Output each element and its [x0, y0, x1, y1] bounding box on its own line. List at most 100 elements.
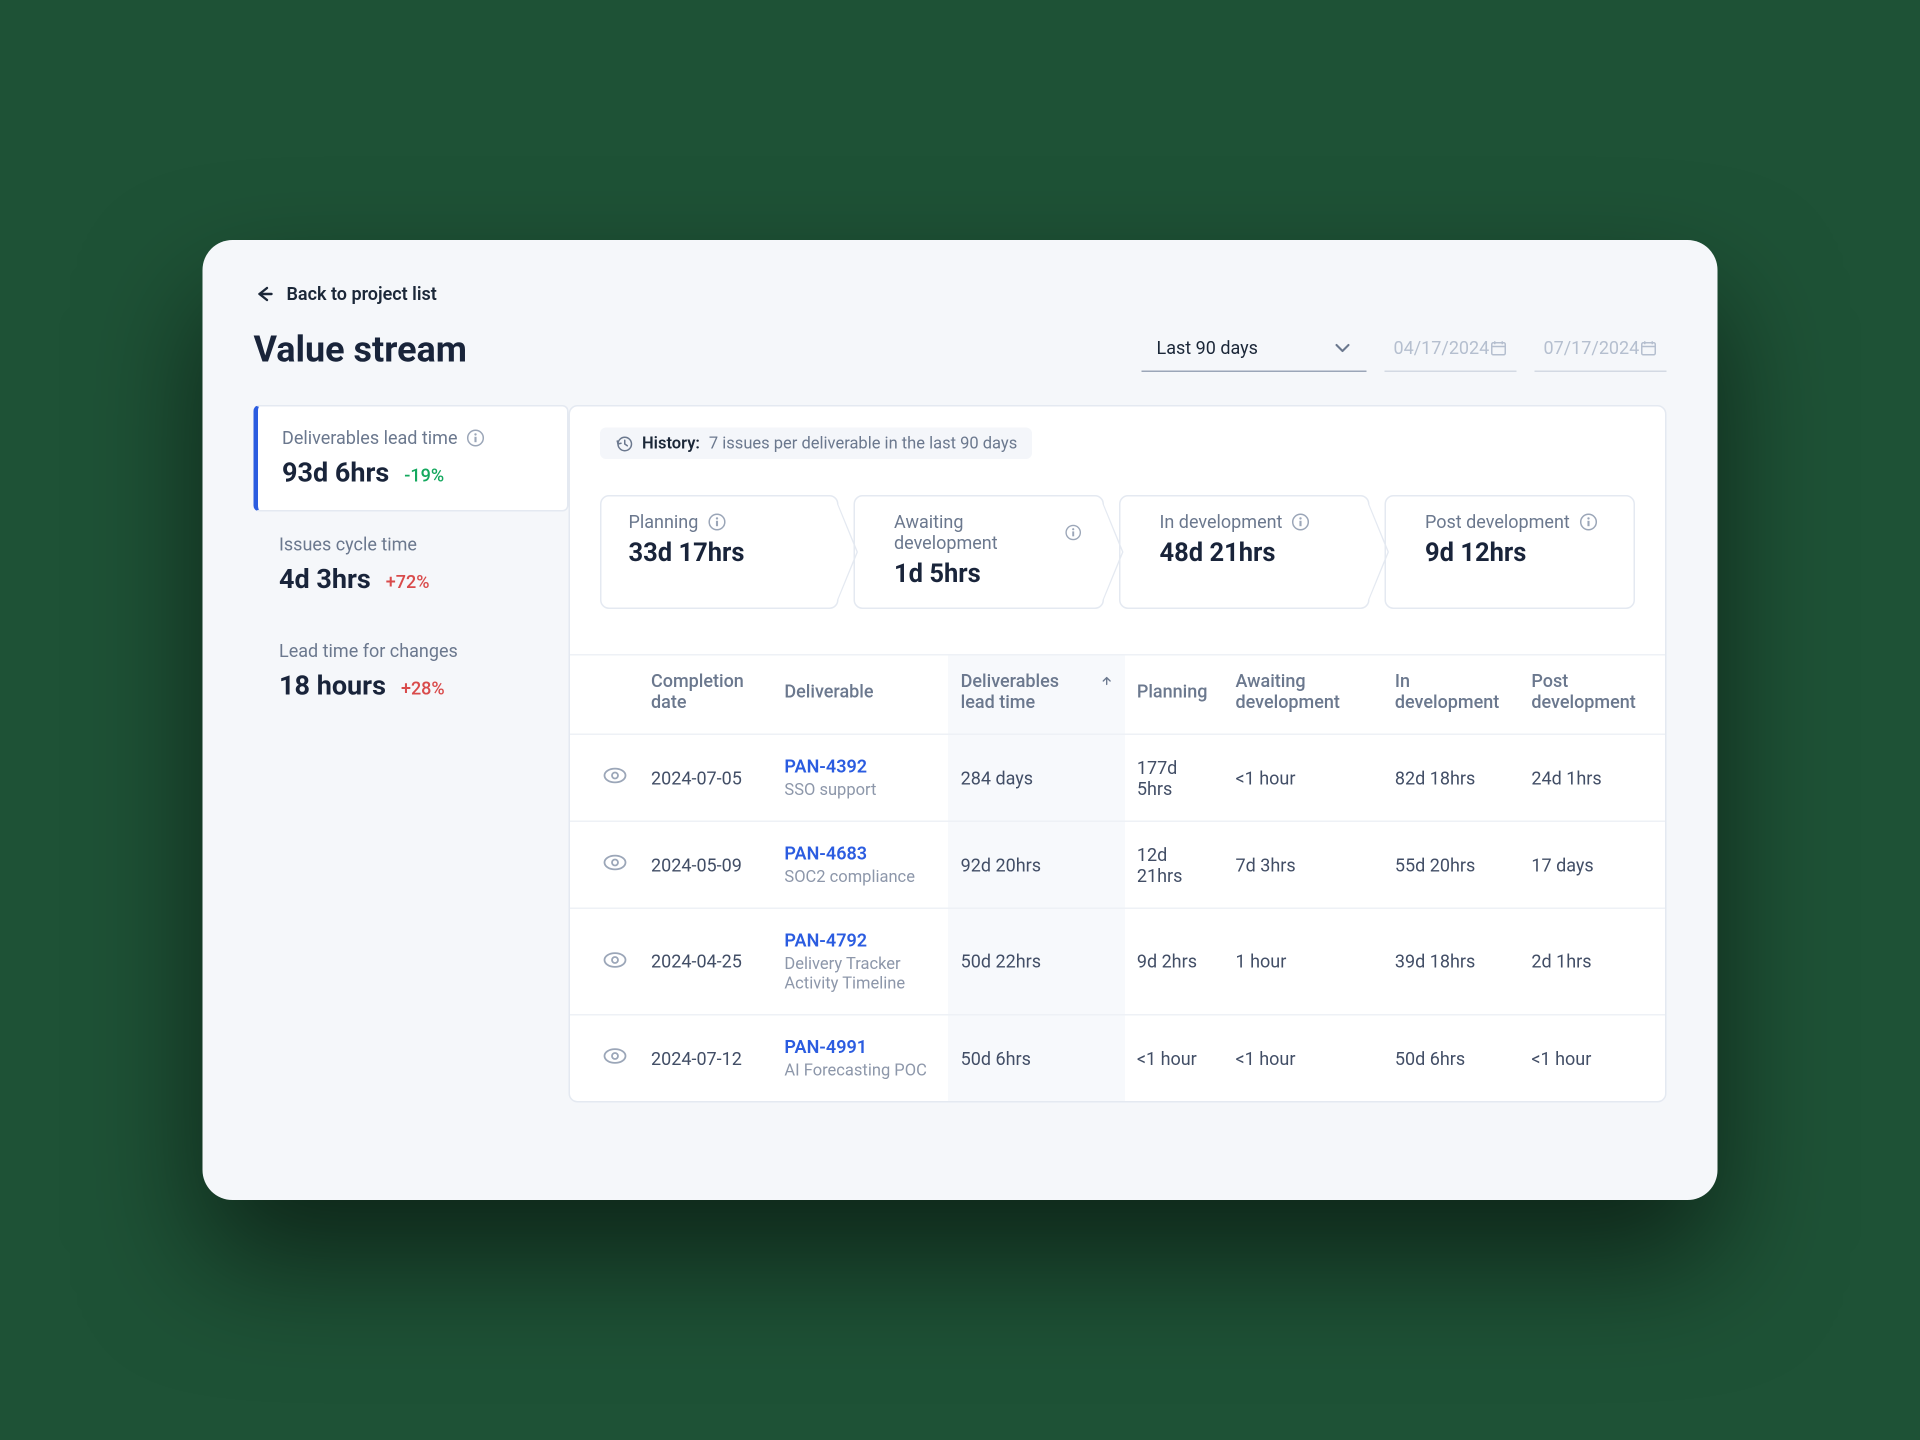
metric-delta: +72%	[386, 572, 430, 593]
issue-link[interactable]: PAN-4392	[784, 756, 936, 777]
metric-issues-cycle[interactable]: Issues cycle time 4d 3hrs +72%	[254, 512, 569, 619]
date-from-value: 04/17/2024	[1394, 338, 1490, 359]
eye-icon[interactable]	[603, 851, 627, 875]
info-icon[interactable]	[467, 429, 485, 447]
main-panel: History: 7 issues per deliverable in the…	[569, 405, 1667, 1103]
eye-icon[interactable]	[603, 764, 627, 788]
th-planning[interactable]: Planning	[1125, 655, 1224, 735]
date-to-value: 07/17/2024	[1544, 338, 1640, 359]
header-row: Value stream Last 90 days 04/17/2024 07/…	[254, 326, 1667, 373]
th-post[interactable]: Post development	[1519, 655, 1665, 735]
cell-indev: 82d 18hrs	[1383, 734, 1520, 821]
cell-deliverable: PAN-4392 SSO support	[772, 734, 948, 821]
sort-up-icon	[1101, 674, 1112, 689]
cell-lead: 50d 6hrs	[949, 1015, 1125, 1101]
metric-deliverables-lead[interactable]: Deliverables lead time 93d 6hrs -19%	[254, 405, 569, 512]
back-link-label: Back to project list	[287, 284, 437, 305]
issue-name: AI Forecasting POC	[784, 1061, 936, 1081]
info-icon[interactable]	[1291, 513, 1309, 531]
cell-planning: 9d 2hrs	[1125, 908, 1224, 1015]
cell-date: 2024-04-25	[639, 908, 772, 1015]
metric-delta: -19%	[404, 465, 444, 486]
pipeline: Planning 33d 17hrs Awaiting development …	[570, 459, 1665, 654]
calendar-icon	[1490, 339, 1508, 357]
issue-link[interactable]: PAN-4991	[784, 1037, 936, 1058]
info-icon[interactable]	[1579, 513, 1597, 531]
table-row: 2024-07-12 PAN-4991 AI Forecasting POC 50d …	[570, 1015, 1665, 1101]
date-from-input[interactable]: 04/17/2024	[1385, 326, 1517, 373]
metric-delta: +28%	[401, 678, 445, 699]
th-deliverable[interactable]: Deliverable	[772, 655, 948, 735]
arrow-left-icon	[254, 284, 275, 305]
page-title: Value stream	[254, 328, 467, 370]
metric-value: 93d 6hrs	[282, 458, 389, 490]
step-post[interactable]: Post development 9d 12hrs	[1385, 495, 1636, 609]
cell-indev: 39d 18hrs	[1383, 908, 1520, 1015]
date-to-input[interactable]: 07/17/2024	[1535, 326, 1667, 373]
cell-indev: 50d 6hrs	[1383, 1015, 1520, 1101]
step-label: Post development	[1425, 512, 1570, 533]
cell-post: 2d 1hrs	[1519, 908, 1665, 1015]
history-icon	[615, 434, 633, 452]
table-row: 2024-04-25 PAN-4792 Delivery Tracker Activ…	[570, 908, 1665, 1015]
cell-post: <1 hour	[1519, 1015, 1665, 1101]
table-row: 2024-05-09PAN-4683SOC2 compliance92d 20h…	[570, 821, 1665, 908]
cell-post: 24d 1hrs	[1519, 734, 1665, 821]
cell-awaiting: 1 hour	[1224, 908, 1383, 1015]
step-awaiting[interactable]: Awaiting development 1d 5hrs	[854, 495, 1105, 609]
cell-date: 2024-07-05	[639, 734, 772, 821]
step-value: 48d 21hrs	[1160, 539, 1348, 569]
info-icon[interactable]	[707, 513, 725, 531]
history-text: 7 issues per deliverable in the last 90 …	[709, 434, 1017, 454]
cell-planning: <1 hour	[1125, 1015, 1224, 1101]
filters: Last 90 days 04/17/2024 07/17/2024	[1142, 326, 1667, 373]
back-link[interactable]: Back to project list	[254, 284, 437, 305]
th-indev[interactable]: In development	[1383, 655, 1520, 735]
cell-deliverable: PAN-4683 SOC2 compliance	[772, 821, 948, 908]
step-value: 1d 5hrs	[894, 560, 1082, 590]
metric-lead-changes[interactable]: Lead time for changes 18 hours +28%	[254, 618, 569, 725]
cell-awaiting: 7d 3hrs	[1224, 821, 1383, 908]
step-indev[interactable]: In development 48d 21hrs	[1119, 495, 1370, 609]
cell-awaiting: <1 hour	[1224, 1015, 1383, 1101]
cell-deliverable: PAN-4991 AI Forecasting POC	[772, 1015, 948, 1101]
issue-name: SOC2 compliance	[784, 867, 936, 887]
deliverables-table: Completion date Deliverable Deliverables…	[570, 654, 1665, 1101]
eye-icon[interactable]	[603, 1044, 627, 1068]
th-lead-label: Deliverables lead time	[961, 671, 1096, 713]
chevron-down-icon	[1334, 339, 1352, 357]
range-select[interactable]: Last 90 days	[1142, 326, 1367, 373]
th-awaiting[interactable]: Awaiting development	[1224, 655, 1383, 735]
info-icon[interactable]	[1065, 524, 1081, 542]
metric-value: 18 hours	[279, 671, 386, 703]
th-completion[interactable]: Completion date	[639, 655, 772, 735]
history-chip: History: 7 issues per deliverable in the…	[600, 428, 1032, 460]
range-value: Last 90 days	[1157, 338, 1258, 359]
cell-planning: 177d 5hrs	[1125, 734, 1224, 821]
cell-planning: 12d 21hrs	[1125, 821, 1224, 908]
cell-deliverable: PAN-4792 Delivery Tracker Activity Timeli…	[772, 908, 948, 1015]
history-prefix: History:	[642, 434, 700, 454]
cell-lead: 284 days	[949, 734, 1125, 821]
metric-label: Lead time for changes	[279, 641, 458, 662]
cell-awaiting: <1 hour	[1224, 734, 1383, 821]
eye-icon[interactable]	[603, 947, 627, 971]
step-label: Planning	[629, 512, 699, 533]
issue-link[interactable]: PAN-4792	[784, 930, 936, 951]
step-value: 33d 17hrs	[629, 539, 817, 569]
table-row: 2024-07-05 PAN-4392 SSO support 284 days177…	[570, 734, 1665, 821]
step-planning[interactable]: Planning 33d 17hrs	[600, 495, 839, 609]
cell-indev: 55d 20hrs	[1383, 821, 1520, 908]
issue-link[interactable]: PAN-4683	[784, 843, 936, 864]
cell-lead: 50d 22hrs	[949, 908, 1125, 1015]
app-window: Back to project list Value stream Last 9…	[203, 240, 1718, 1200]
step-label: Awaiting development	[894, 512, 1056, 554]
issue-name: SSO support	[784, 780, 936, 800]
issue-name: Delivery Tracker Activity Timeline	[784, 954, 936, 993]
metric-label: Issues cycle time	[279, 534, 417, 555]
th-lead[interactable]: Deliverables lead time	[949, 655, 1125, 735]
cell-date: 2024-07-12	[639, 1015, 772, 1101]
calendar-icon	[1640, 339, 1658, 357]
cell-lead: 92d 20hrs	[949, 821, 1125, 908]
metric-label: Deliverables lead time	[282, 428, 458, 449]
